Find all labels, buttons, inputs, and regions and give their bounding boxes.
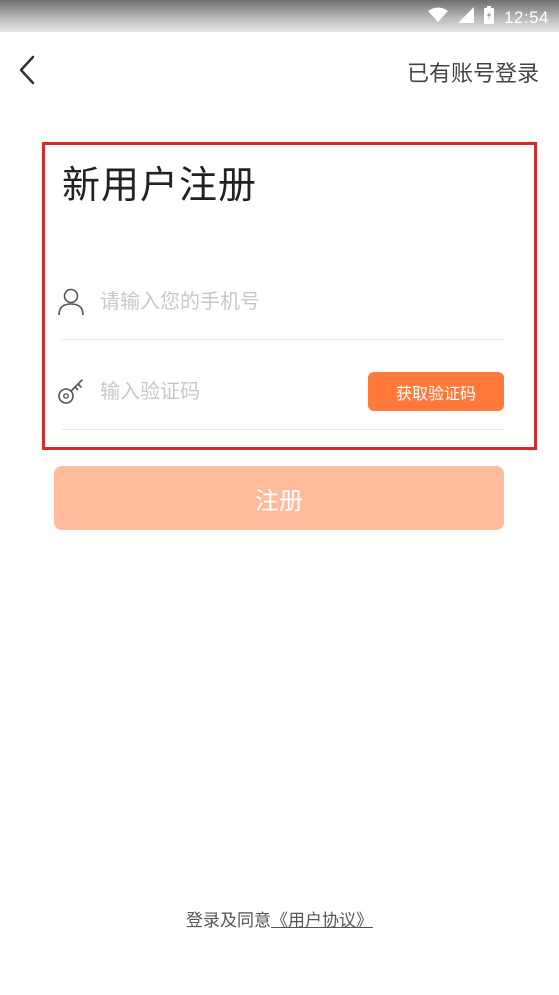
code-input[interactable] (100, 372, 390, 410)
page-title: 新用户注册 (62, 163, 258, 207)
phone-input[interactable] (100, 282, 390, 320)
code-field: 获取验证码 (56, 362, 504, 430)
login-link[interactable]: 已有账号登录 (407, 56, 539, 88)
wifi-icon (427, 7, 448, 28)
user-icon (56, 286, 86, 316)
code-divider (62, 429, 504, 430)
status-time: 12:54 (503, 7, 549, 27)
phone-field (56, 272, 504, 340)
get-code-button[interactable]: 获取验证码 (368, 372, 504, 411)
phone-divider (62, 339, 504, 340)
register-button[interactable]: 注册 (54, 466, 504, 530)
chevron-left-icon (18, 55, 36, 89)
agreement-prefix: 登录及同意 (186, 911, 271, 931)
battery-icon (483, 6, 494, 29)
signal-icon (457, 7, 474, 28)
back-button[interactable] (10, 52, 44, 92)
user-agreement-link[interactable]: 《用户协议》 (271, 911, 373, 931)
status-bar: 12:54 (0, 0, 559, 32)
key-icon (56, 376, 86, 406)
status-icons: 12:54 (427, 6, 549, 29)
agreement-text: 登录及同意《用户协议》 (0, 906, 559, 931)
nav-bar: 已有账号登录 (0, 40, 559, 104)
